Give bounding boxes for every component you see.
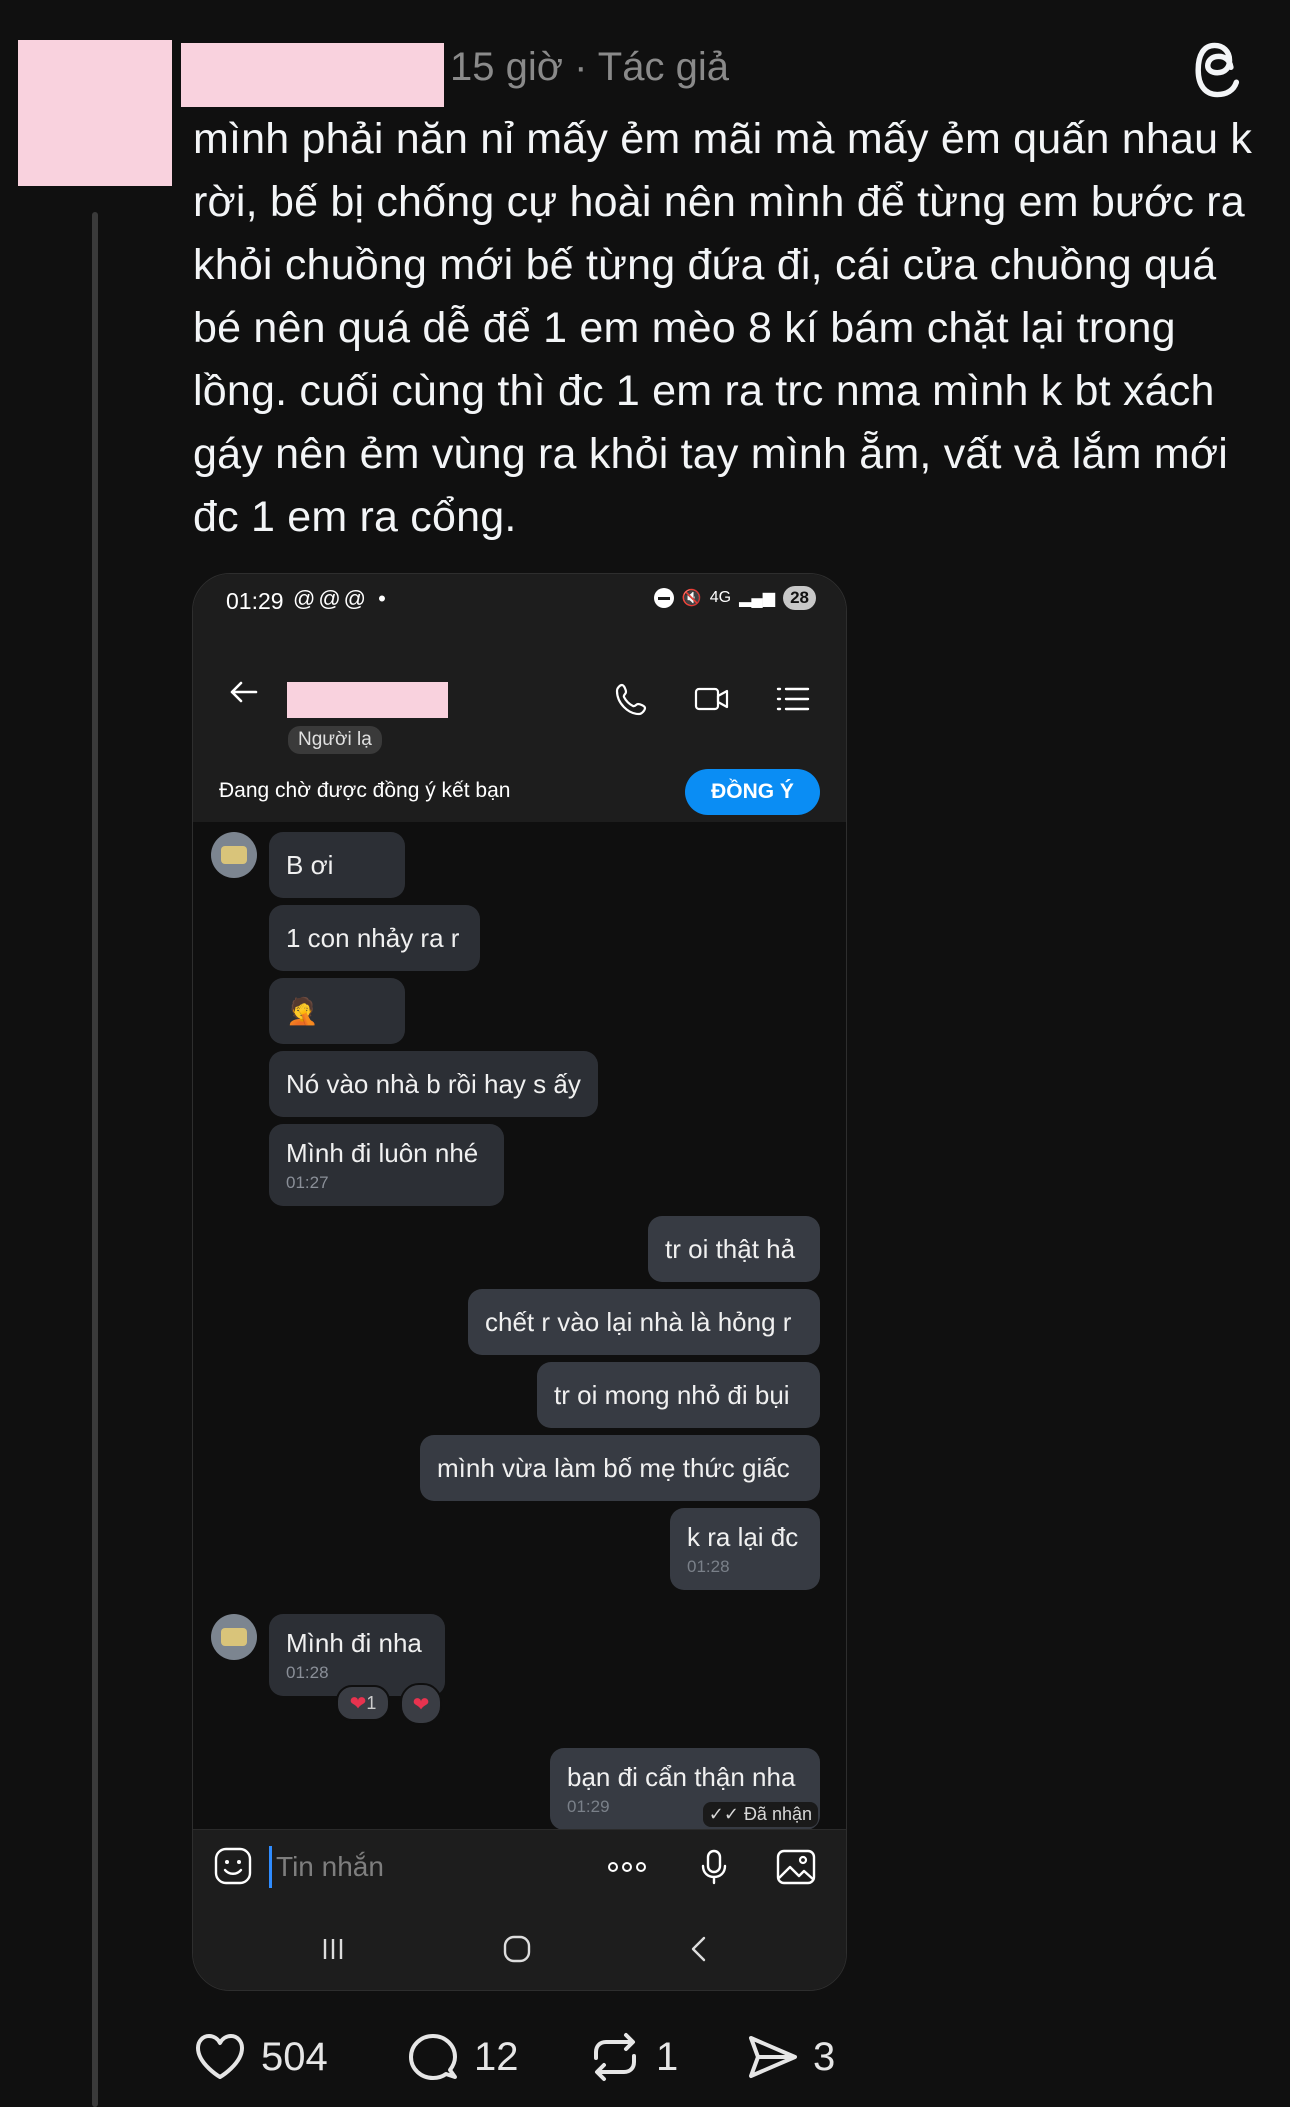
repost-icon [594, 2033, 636, 2081]
message-input[interactable] [269, 1846, 498, 1888]
threads-logo-icon[interactable] [1192, 40, 1248, 100]
message-bubble[interactable]: Mình đi luôn nhé 01:27 [269, 1124, 504, 1206]
delivered-text: Đã nhận [743, 1804, 812, 1824]
android-nav-bar [193, 1899, 846, 1990]
back-arrow-icon[interactable] [226, 674, 262, 710]
message-text: k ra lại đc [687, 1521, 799, 1552]
post-actions: 504 12 1 3 [193, 2030, 893, 2090]
video-call-icon[interactable] [693, 680, 731, 718]
author-avatar-redacted[interactable] [18, 40, 172, 186]
share-count: 3 [813, 2034, 836, 2079]
message-text: tr oi mong nhỏ đi bụi [554, 1379, 790, 1410]
reaction-count[interactable]: ❤ 1 [336, 1685, 390, 1721]
recent-apps-icon[interactable] [317, 1933, 349, 1965]
pending-request-bar: Đang chờ được đồng ý kết bạn ĐỒNG Ý [193, 758, 846, 823]
post-meta: 15 giờ · Tác giả [450, 45, 729, 89]
message-bubble[interactable]: mình vừa làm bố mẹ thức giấc [420, 1435, 820, 1501]
message-text: tr oi thật hả [665, 1233, 796, 1264]
message-time: 01:28 [286, 1662, 329, 1682]
facepalm-emoji: 🤦 [286, 995, 319, 1026]
battery-level: 28 [783, 586, 816, 610]
double-check-icon: ✓✓ [708, 1804, 744, 1824]
home-icon[interactable] [501, 1933, 533, 1965]
sender-avatar[interactable] [211, 832, 257, 878]
menu-list-icon[interactable] [774, 680, 812, 718]
stranger-badge: Người lạ [288, 726, 382, 754]
network-type: 4G [709, 589, 732, 606]
heart-outline-icon [196, 2034, 244, 2079]
reaction-count-value: 1 [366, 1692, 377, 1713]
like-button[interactable]: 504 [193, 2030, 328, 2084]
message-text: 1 con nhảy ra r [286, 922, 460, 953]
repost-count: 1 [656, 2034, 679, 2079]
threads-notification-icons: @@@ • [293, 586, 389, 611]
message-text: chết r vào lại nhà là hỏng r [485, 1306, 792, 1337]
message-text: Mình đi nha [286, 1627, 422, 1658]
message-composer [193, 1829, 846, 1902]
comment-count: 12 [474, 2034, 519, 2079]
pending-request-text: Đang chờ được đồng ý kết bạn [219, 779, 511, 802]
back-nav-icon[interactable] [683, 1933, 715, 1965]
more-options-icon[interactable] [603, 1848, 651, 1886]
message-bubble[interactable]: chết r vào lại nhà là hỏng r [468, 1289, 820, 1355]
comment-button[interactable]: 12 [406, 2030, 519, 2084]
add-reaction-button[interactable]: ❤ [400, 1683, 442, 1725]
comment-icon [409, 2034, 457, 2080]
signal-icon: ▂▄▆ [739, 590, 776, 607]
status-bar: 01:29 @@@ • 🔇 4G ▂▄▆ 28 [193, 574, 846, 630]
message-bubble[interactable]: Nó vào nhà b rồi hay s ấy [269, 1051, 598, 1117]
author-name-redacted[interactable] [181, 43, 444, 107]
heart-icon: ❤ [412, 1693, 430, 1716]
message-text: bạn đi cẩn thận nha [567, 1761, 796, 1792]
delivered-status: ✓✓ Đã nhận [702, 1802, 818, 1827]
phone-call-icon[interactable] [613, 680, 651, 718]
microphone-icon[interactable] [699, 1848, 729, 1886]
share-button[interactable]: 3 [745, 2030, 835, 2084]
post-text: mình phải năn nỉ mấy ẻm mãi mà mấy ẻm qu… [193, 115, 1253, 541]
message-bubble[interactable]: 1 con nhảy ra r [269, 905, 480, 971]
sender-avatar[interactable] [211, 1614, 257, 1660]
contact-name-redacted[interactable] [287, 682, 448, 718]
do-not-disturb-icon [653, 588, 674, 608]
message-bubble[interactable]: k ra lại đc 01:28 [670, 1508, 820, 1590]
send-icon [749, 2036, 797, 2078]
mute-icon: 🔇 [681, 590, 702, 607]
message-bubble[interactable]: tr oi thật hả [648, 1216, 820, 1282]
message-text: Mình đi luôn nhé [286, 1137, 479, 1168]
message-text: B ơi [286, 849, 334, 880]
message-time: 01:27 [286, 1172, 329, 1192]
message-bubble[interactable]: B ơi [269, 832, 405, 898]
message-text: mình vừa làm bố mẹ thức giấc [437, 1452, 790, 1483]
chat-screenshot: 01:29 @@@ • 🔇 4G ▂▄▆ 28 Người lạ Đang ch… [192, 573, 847, 1991]
status-time: 01:29 [226, 588, 284, 614]
heart-icon: ❤ [349, 1692, 367, 1715]
gallery-icon[interactable] [775, 1848, 817, 1886]
chat-header: Người lạ [193, 630, 846, 759]
message-bubble[interactable]: tr oi mong nhỏ đi bụi [537, 1362, 820, 1428]
message-list: B ơi 1 con nhảy ra r 🤦 Nó vào nhà b rồi … [193, 822, 846, 1877]
message-time: 01:28 [687, 1556, 730, 1576]
emoji-icon[interactable] [213, 1846, 253, 1886]
thread-line [92, 212, 98, 2107]
status-right: 🔇 4G ▂▄▆ 28 [653, 586, 816, 610]
repost-button[interactable]: 1 [588, 2030, 678, 2084]
accept-friend-button[interactable]: ĐỒNG Ý [685, 769, 820, 815]
message-text: Nó vào nhà b rồi hay s ấy [286, 1068, 581, 1099]
message-bubble[interactable]: 🤦 [269, 978, 405, 1044]
like-count: 504 [261, 2034, 328, 2079]
